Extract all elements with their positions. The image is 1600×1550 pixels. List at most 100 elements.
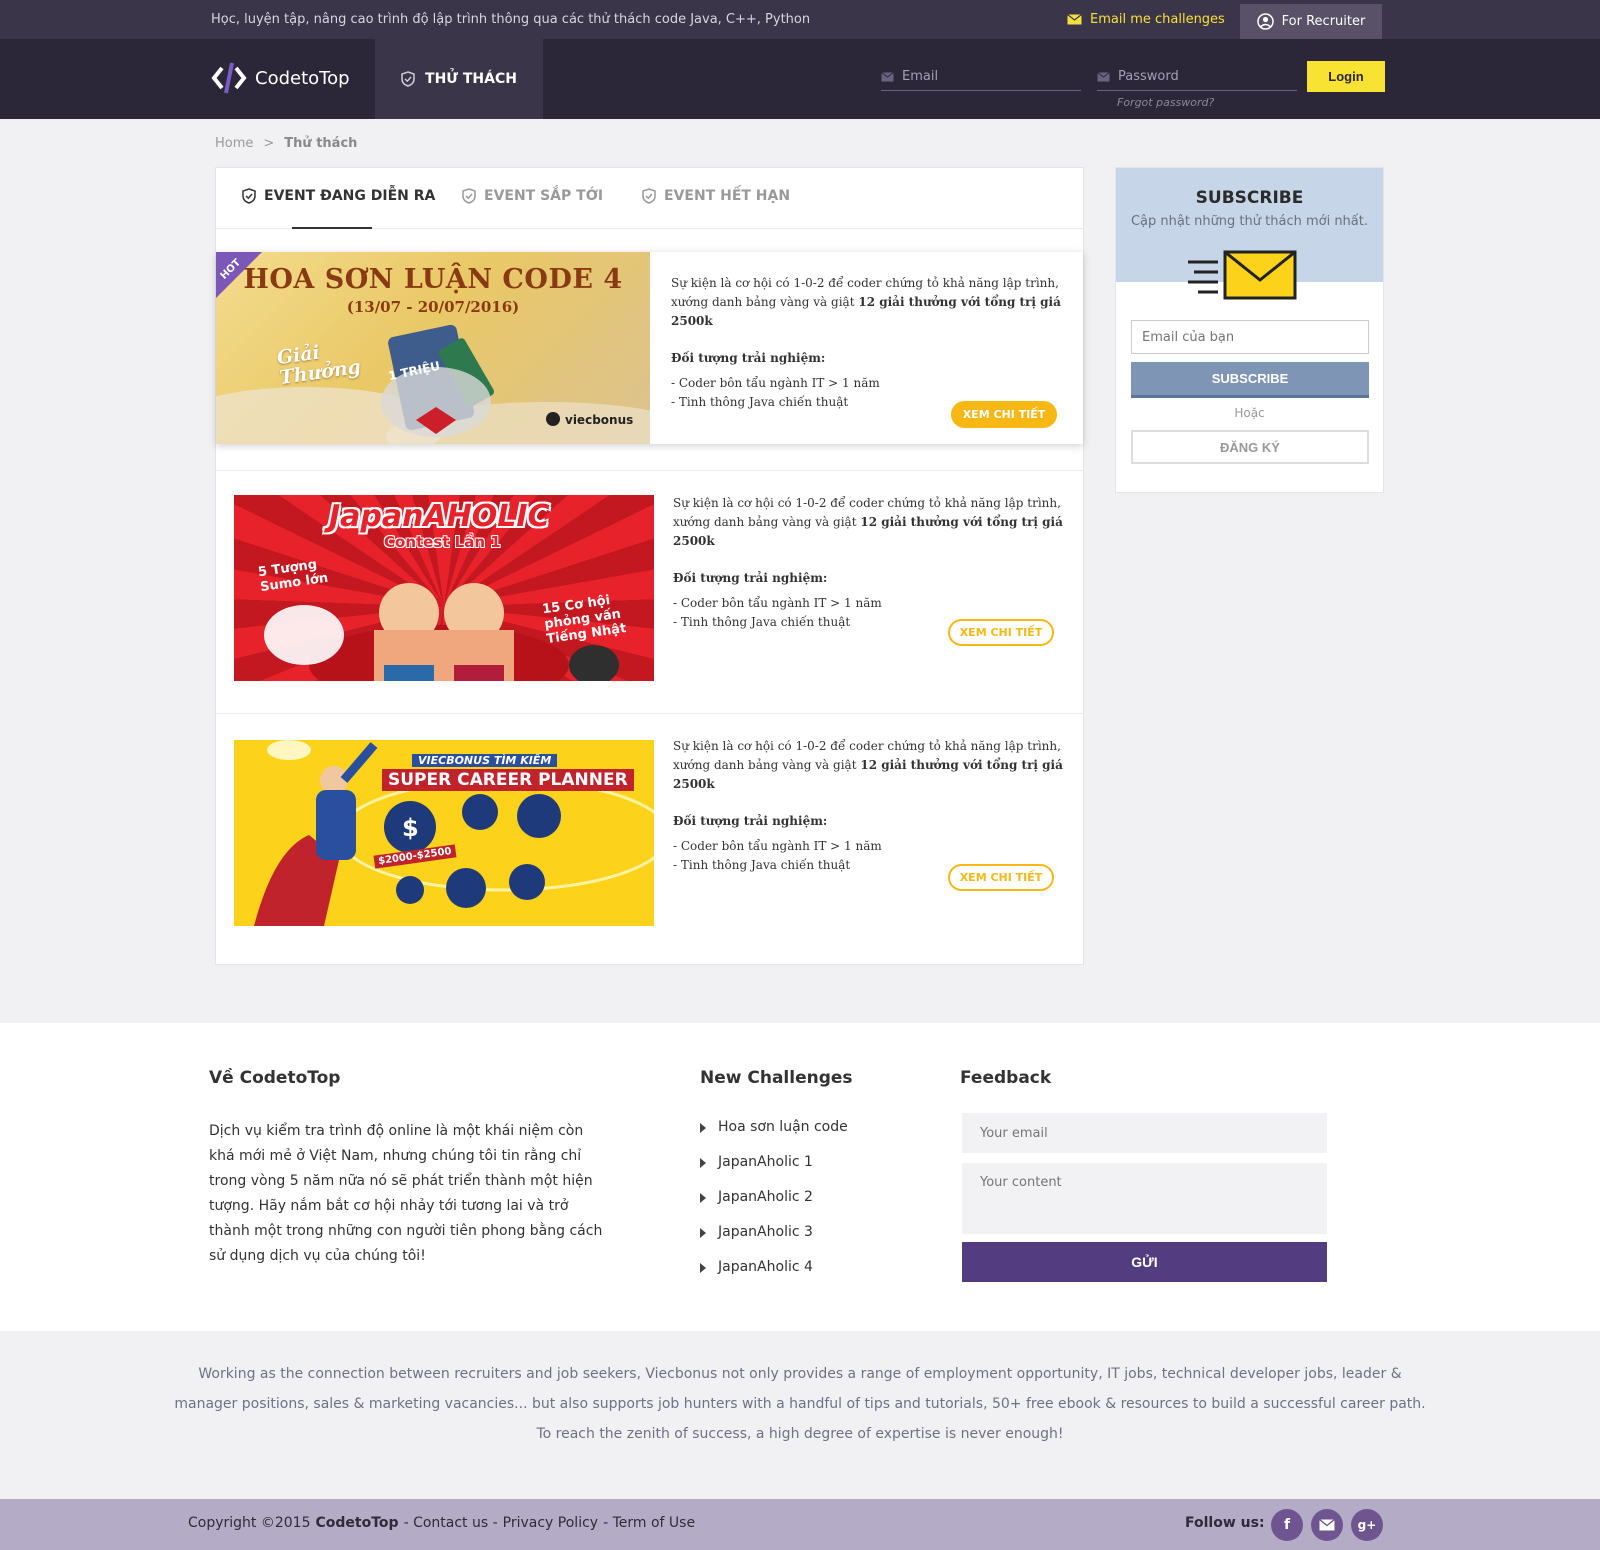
- view-detail-button[interactable]: XEM CHI TIẾT: [948, 864, 1054, 891]
- challenge-link[interactable]: Hoa sơn luận code: [718, 1119, 848, 1135]
- footer-about-text: Dịch vụ kiểm tra trình độ online là một …: [209, 1123, 603, 1264]
- list-item[interactable]: Hoa sơn luận code: [700, 1119, 848, 1154]
- shield-check-icon: [642, 188, 656, 204]
- subscribe-widget: SUBSCRIBE Cập nhật những thử thách mới n…: [1115, 167, 1384, 493]
- follow-label: Follow us:: [1185, 1515, 1265, 1531]
- list-item[interactable]: JapanAholic 1: [700, 1154, 848, 1189]
- forgot-password-link[interactable]: Forgot password?: [1117, 96, 1214, 109]
- login-password-field[interactable]: [1097, 63, 1297, 91]
- banner-title: JapanAHOLIC: [329, 499, 550, 534]
- subscribe-subtitle: Cập nhật những thử thách mới nhất.: [1130, 214, 1368, 229]
- view-detail-button[interactable]: XEM CHI TIẾT: [951, 401, 1057, 428]
- email-challenges-link[interactable]: Email me challenges: [1067, 12, 1225, 27]
- breadcrumb-home[interactable]: Home: [215, 136, 253, 151]
- shield-check-icon: [401, 71, 415, 87]
- tab-label: EVENT ĐANG DIỄN RA: [264, 188, 436, 204]
- user-circle-icon: [1256, 13, 1274, 30]
- google-plus-icon[interactable]: g+: [1351, 1509, 1383, 1541]
- footer-feedback-title: Feedback: [960, 1068, 1052, 1088]
- event-target-label: Đối tượng trải nghiệm:: [673, 571, 828, 585]
- active-tab-indicator: [292, 227, 372, 229]
- logo-text: CodetoTop: [255, 67, 350, 89]
- view-detail-button[interactable]: XEM CHI TIẾT: [948, 619, 1054, 646]
- event-target-1: - Coder bôn tẩu ngành IT > 1 năm: [673, 596, 882, 610]
- tab-events-upcoming[interactable]: EVENT SẮP TỚI: [462, 188, 603, 204]
- terms-link[interactable]: - Term of Use: [603, 1515, 695, 1531]
- shield-check-icon: [462, 188, 476, 204]
- nav-tab-label: THỬ THÁCH: [425, 71, 517, 87]
- top-bar: Học, luyện tập, nâng cao trình độ lập tr…: [0, 0, 1600, 39]
- for-recruiter-label: For Recruiter: [1281, 14, 1366, 29]
- tab-events-expired[interactable]: EVENT HẾT HẠN: [642, 188, 790, 204]
- code-logo-icon: [211, 62, 247, 94]
- for-recruiter-button[interactable]: For Recruiter: [1240, 4, 1382, 39]
- login-email-input[interactable]: [902, 69, 1072, 84]
- list-item[interactable]: JapanAholic 3: [700, 1224, 848, 1259]
- footer-about-title: Về CodetoTop: [209, 1068, 341, 1088]
- subscribe-email-input[interactable]: [1131, 320, 1369, 354]
- list-item[interactable]: JapanAholic 4: [700, 1259, 848, 1294]
- challenge-link[interactable]: JapanAholic 4: [718, 1259, 813, 1275]
- svg-text:$: $: [402, 814, 419, 842]
- subscribe-button[interactable]: SUBSCRIBE: [1131, 362, 1369, 398]
- challenge-link[interactable]: JapanAholic 2: [718, 1189, 813, 1205]
- event-tabs: EVENT ĐANG DIỄN RA EVENT SẮP TỚI EVENT H…: [216, 168, 1083, 229]
- envelope-icon: [1067, 14, 1082, 25]
- banner-artwork: $: [254, 740, 654, 926]
- register-button[interactable]: ĐĂNG KÝ: [1131, 430, 1369, 464]
- event-banner-hoa-son[interactable]: HOT HOA SƠN LUẬN CODE 4 (13/07 - 20/07/2…: [216, 252, 650, 444]
- copyright-text: Copyright ©2015: [188, 1515, 311, 1531]
- feedback-email-input[interactable]: [962, 1113, 1327, 1153]
- caret-right-icon: [700, 1263, 706, 1273]
- feedback-content-input[interactable]: [962, 1163, 1327, 1234]
- login-email-field[interactable]: [881, 63, 1081, 91]
- caret-right-icon: [700, 1228, 706, 1238]
- tab-events-ongoing[interactable]: EVENT ĐANG DIỄN RA: [242, 188, 435, 204]
- list-item[interactable]: JapanAholic 2: [700, 1189, 848, 1224]
- challenge-link[interactable]: JapanAholic 1: [718, 1154, 813, 1170]
- banner-top-text: VIECBONUS TÌM KIẾM: [412, 754, 558, 767]
- contact-link[interactable]: - Contact us -: [404, 1515, 498, 1531]
- footer-challenges-list: Hoa sơn luận code JapanAholic 1 JapanAho…: [700, 1119, 848, 1294]
- flying-mail-icon: [1188, 250, 1297, 300]
- privacy-link[interactable]: Privacy Policy: [503, 1515, 598, 1531]
- event-target-1: - Coder bôn tẩu ngành IT > 1 năm: [673, 839, 882, 853]
- event-banner-career-planner[interactable]: $ VIECBONUS TÌM KIẾM SUPER CAREER PLANNE…: [234, 740, 654, 926]
- event-description: Sự kiện là cơ hội có 1-0-2 để coder chứn…: [673, 737, 1068, 875]
- challenge-link[interactable]: JapanAholic 3: [718, 1224, 813, 1240]
- envelope-icon: [1319, 1519, 1335, 1531]
- main-header: CodetoTop THỬ THÁCH Forgot password? Log…: [0, 39, 1600, 119]
- event-card-japanaholic: JapanAHOLIC Contest Lần 1 5 Tượng Sumo l…: [216, 470, 1083, 710]
- site-logo[interactable]: CodetoTop: [211, 61, 350, 95]
- caret-right-icon: [700, 1158, 706, 1168]
- event-target-label: Đối tượng trải nghiệm:: [673, 814, 828, 828]
- footer-challenges-title: New Challenges: [700, 1068, 853, 1088]
- banner-brand: viecbonus: [565, 413, 634, 427]
- envelope-icon: [1097, 71, 1110, 81]
- banner-title: SUPER CAREER PLANNER: [382, 769, 634, 791]
- feedback-send-button[interactable]: GỬI: [962, 1242, 1327, 1282]
- envelope-icon: [881, 71, 894, 81]
- about-strip-text: Working as the connection between recrui…: [174, 1366, 1426, 1442]
- or-separator: Hoặc: [1234, 406, 1265, 420]
- event-description: Sự kiện là cơ hội có 1-0-2 để coder chứn…: [673, 494, 1068, 632]
- tab-label: EVENT SẮP TỚI: [484, 188, 604, 204]
- copyright-brand: CodetoTop: [315, 1515, 399, 1531]
- login-button[interactable]: Login: [1307, 61, 1385, 92]
- banner-date: (13/07 - 20/07/2016): [346, 298, 520, 316]
- event-banner-japanaholic[interactable]: JapanAHOLIC Contest Lần 1 5 Tượng Sumo l…: [234, 495, 654, 681]
- nav-tab-challenges[interactable]: THỬ THÁCH: [375, 39, 543, 119]
- facebook-icon[interactable]: f: [1271, 1509, 1303, 1541]
- event-target-label: Đối tượng trải nghiệm:: [671, 351, 826, 365]
- email-challenges-label: Email me challenges: [1090, 12, 1225, 27]
- event-card-career-planner: $ VIECBONUS TÌM KIẾM SUPER CAREER PLANNE…: [216, 713, 1083, 963]
- event-description: Sự kiện là cơ hội có 1-0-2 để coder chứn…: [671, 274, 1066, 412]
- bottom-bar: Copyright ©2015 CodetoTop - Contact us -…: [0, 1499, 1600, 1550]
- caret-right-icon: [700, 1193, 706, 1203]
- mail-social-icon[interactable]: [1311, 1509, 1343, 1541]
- tab-label: EVENT HẾT HẠN: [664, 188, 791, 204]
- footer: Về CodetoTop Dịch vụ kiểm tra trình độ o…: [0, 1023, 1600, 1331]
- banner-title: HOA SƠN LUẬN CODE 4: [243, 264, 623, 295]
- login-password-input[interactable]: [1118, 69, 1288, 84]
- site-tagline: Học, luyện tập, nâng cao trình độ lập tr…: [211, 12, 811, 27]
